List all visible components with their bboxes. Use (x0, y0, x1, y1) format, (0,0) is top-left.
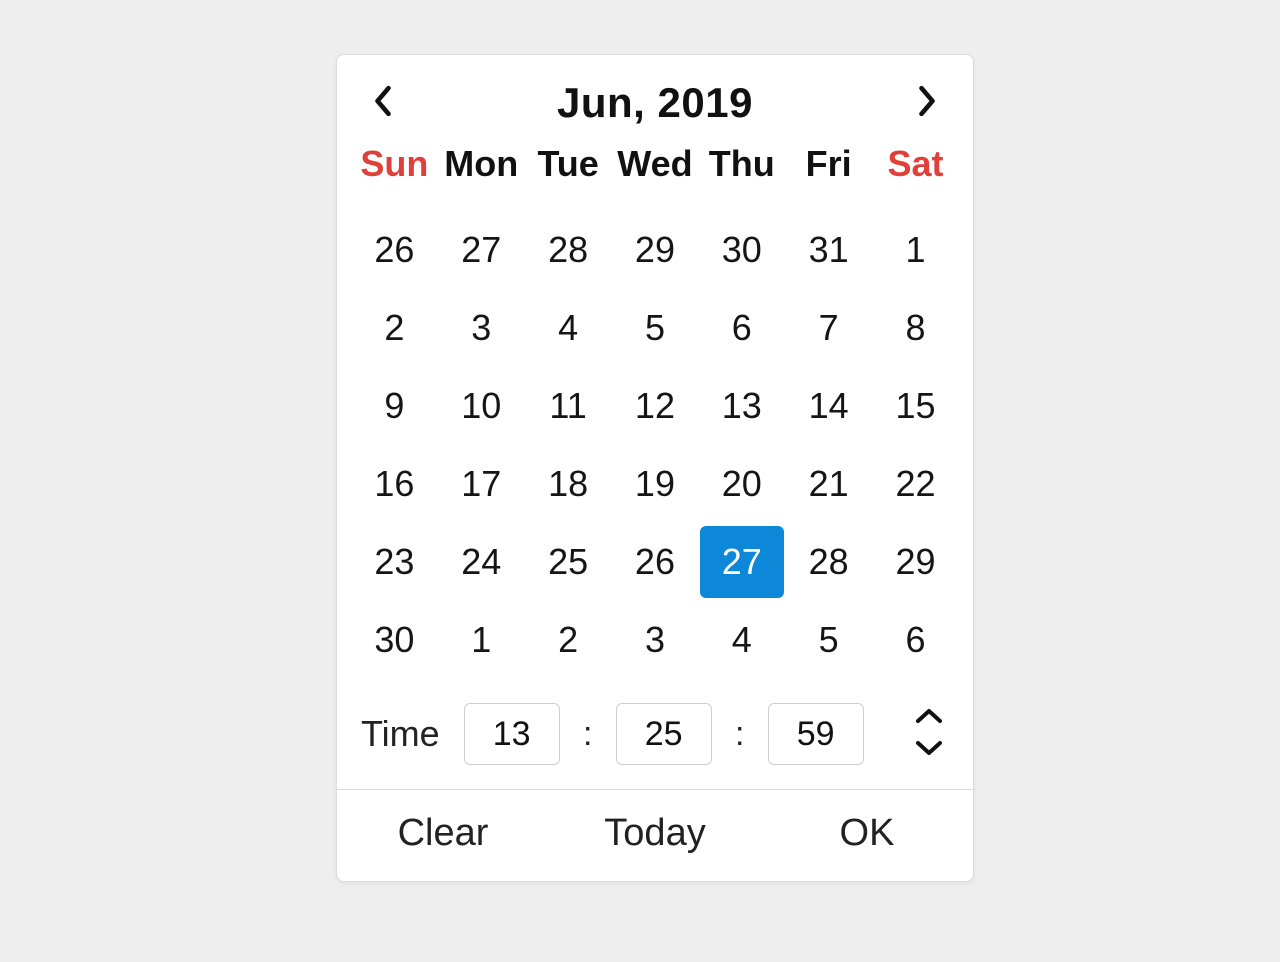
time-separator: : (576, 715, 600, 754)
day-cell[interactable]: 5 (612, 289, 699, 367)
calendar-header: Jun, 2019 (351, 71, 959, 143)
time-separator: : (728, 715, 752, 754)
next-month-button[interactable] (905, 81, 949, 125)
picker-footer: Clear Today OK (337, 789, 973, 881)
day-cell[interactable]: 14 (785, 367, 872, 445)
day-cell[interactable]: 30 (351, 601, 438, 679)
day-cell[interactable]: 6 (872, 601, 959, 679)
day-cell[interactable]: 29 (612, 211, 699, 289)
day-cell[interactable]: 19 (612, 445, 699, 523)
time-label: Time (361, 713, 440, 755)
day-cell[interactable]: 27 (438, 211, 525, 289)
weekday-header: Thu (698, 143, 785, 211)
day-cell[interactable]: 27 (698, 523, 785, 601)
day-cell[interactable]: 5 (785, 601, 872, 679)
day-cell[interactable]: 24 (438, 523, 525, 601)
minute-input[interactable]: 25 (616, 703, 712, 765)
day-cell[interactable]: 12 (612, 367, 699, 445)
day-cell[interactable]: 21 (785, 445, 872, 523)
day-cell[interactable]: 1 (438, 601, 525, 679)
second-input[interactable]: 59 (768, 703, 864, 765)
day-cell[interactable]: 31 (785, 211, 872, 289)
time-decrement-button[interactable] (909, 735, 949, 765)
time-increment-button[interactable] (909, 703, 949, 733)
day-cell[interactable]: 3 (612, 601, 699, 679)
day-cell[interactable]: 3 (438, 289, 525, 367)
clear-button[interactable]: Clear (337, 812, 549, 855)
ok-button[interactable]: OK (761, 812, 973, 855)
weekday-header: Sun (351, 143, 438, 211)
day-cell[interactable]: 13 (698, 367, 785, 445)
month-year-title[interactable]: Jun, 2019 (557, 79, 753, 127)
time-row: Time 13 : 25 : 59 (351, 679, 959, 789)
chevron-right-icon (916, 84, 938, 123)
day-cell[interactable]: 8 (872, 289, 959, 367)
day-cell[interactable]: 4 (698, 601, 785, 679)
day-cell[interactable]: 1 (872, 211, 959, 289)
prev-month-button[interactable] (361, 81, 405, 125)
weekday-header: Wed (612, 143, 699, 211)
weekday-header: Tue (525, 143, 612, 211)
day-cell[interactable]: 25 (525, 523, 612, 601)
day-cell[interactable]: 6 (698, 289, 785, 367)
day-cell[interactable]: 30 (698, 211, 785, 289)
day-cell[interactable]: 4 (525, 289, 612, 367)
day-cell[interactable]: 23 (351, 523, 438, 601)
day-cell[interactable]: 2 (351, 289, 438, 367)
day-cell[interactable]: 16 (351, 445, 438, 523)
day-cell[interactable]: 7 (785, 289, 872, 367)
weekday-header: Mon (438, 143, 525, 211)
day-cell[interactable]: 2 (525, 601, 612, 679)
day-cell[interactable]: 28 (785, 523, 872, 601)
time-spinner (909, 703, 949, 765)
today-button[interactable]: Today (549, 812, 761, 855)
hour-input[interactable]: 13 (464, 703, 560, 765)
weekday-header: Sat (872, 143, 959, 211)
day-cell[interactable]: 11 (525, 367, 612, 445)
chevron-up-icon (915, 706, 943, 731)
day-cell[interactable]: 17 (438, 445, 525, 523)
day-cell[interactable]: 26 (351, 211, 438, 289)
day-cell[interactable]: 26 (612, 523, 699, 601)
day-cell[interactable]: 22 (872, 445, 959, 523)
day-cell[interactable]: 15 (872, 367, 959, 445)
datetime-picker: Jun, 2019 SunMonTueWedThuFriSat 26272829… (336, 54, 974, 882)
day-cell[interactable]: 20 (698, 445, 785, 523)
chevron-down-icon (915, 738, 943, 763)
day-cell[interactable]: 28 (525, 211, 612, 289)
chevron-left-icon (372, 84, 394, 123)
day-cell[interactable]: 10 (438, 367, 525, 445)
day-cell[interactable]: 9 (351, 367, 438, 445)
weekday-header: Fri (785, 143, 872, 211)
day-cell[interactable]: 29 (872, 523, 959, 601)
day-cell[interactable]: 18 (525, 445, 612, 523)
calendar-grid: SunMonTueWedThuFriSat 262728293031123456… (351, 143, 959, 679)
